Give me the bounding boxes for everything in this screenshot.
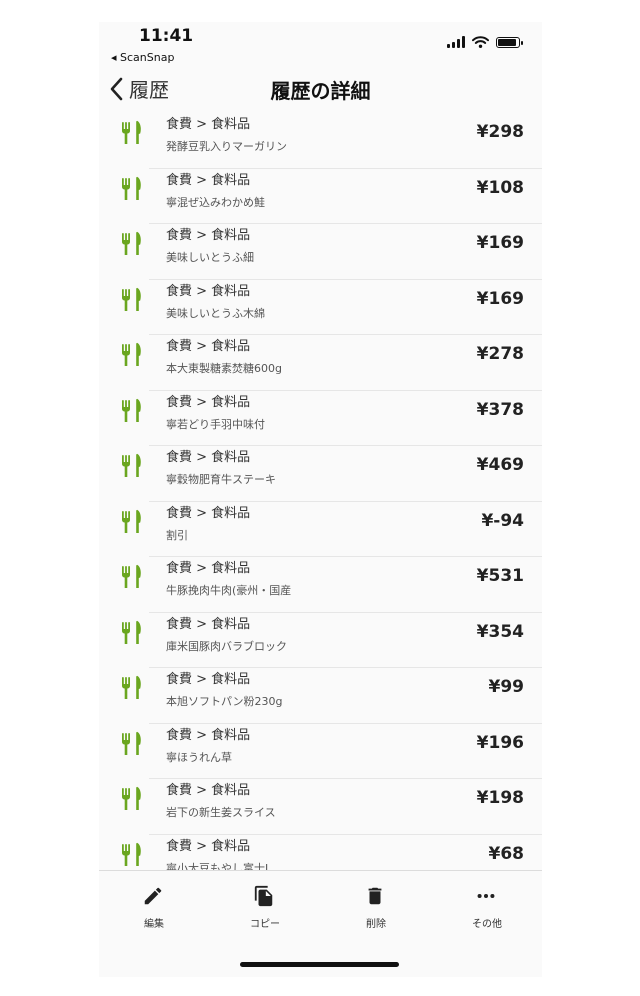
item-price: ¥198 <box>476 788 524 808</box>
fork-knife-icon <box>121 786 143 816</box>
list-item[interactable]: 食費 > 食料品寧小大豆もやし富士J ¥68 <box>99 835 542 871</box>
item-category: 食費 > 食料品 <box>166 450 251 465</box>
copy-button[interactable]: コピー <box>210 871 320 931</box>
item-category: 食費 > 食料品 <box>166 117 251 132</box>
fork-knife-icon <box>121 620 143 650</box>
phone-screen: 11:41 ◂ ScanSnap 履歴 履歴の詳細 食費 > 食料品発酵豆乳入り… <box>99 22 542 977</box>
list-item[interactable]: 食費 > 食料品本大東製糖素焚糖600g ¥278 <box>99 335 542 391</box>
item-price: ¥99 <box>488 677 525 697</box>
fork-knife-icon <box>121 120 143 150</box>
more-button[interactable]: その他 <box>432 871 542 931</box>
list-item[interactable]: 食費 > 食料品 寧混ぜ込みわかめ鮭 ¥108 <box>99 169 542 224</box>
item-price: ¥378 <box>476 399 524 420</box>
copy-label: コピー <box>250 919 280 930</box>
fork-knife-icon <box>121 675 143 705</box>
list-item[interactable]: 食費 > 食料品庫米国豚肉バラブロック ¥354 <box>99 613 542 668</box>
status-time: 11:41 <box>139 26 194 46</box>
item-name: 本旭ソフトパン粉230g <box>166 695 283 708</box>
list-item[interactable]: 食費 > 食料品本旭ソフトパン粉230g ¥99 <box>99 668 542 724</box>
delete-button[interactable]: 削除 <box>321 871 431 931</box>
list-item[interactable]: 食費 > 食料品 美味しいとうふ木綿 ¥169 <box>99 280 542 335</box>
cellular-signal-icon <box>447 36 465 48</box>
bottom-toolbar: 編集 コピー 削除 その他 <box>99 870 542 931</box>
fork-knife-icon <box>121 176 143 206</box>
list-item[interactable]: 食費 > 食料品 寧ほうれん草 ¥196 <box>99 724 542 779</box>
back-button[interactable]: 履歴 <box>109 74 169 103</box>
item-name: 岩下の新生姜スライス <box>166 806 276 819</box>
item-price: ¥278 <box>476 344 524 364</box>
list-item[interactable]: 食費 > 食料品 割引 ¥-94 <box>99 502 542 557</box>
trash-icon <box>368 887 382 905</box>
item-category: 食費 > 食料品 <box>166 172 251 188</box>
list-item[interactable]: 食費 > 食料品岩下の新生姜スライス ¥198 <box>99 779 542 835</box>
list-item[interactable]: 食費 > 食料品発酵豆乳入りマーガリン ¥298 <box>99 113 542 169</box>
item-price: ¥298 <box>476 122 524 142</box>
fork-knife-icon <box>121 231 143 261</box>
item-name: 寧混ぜ込みわかめ鮭 <box>166 195 265 209</box>
more-dots-icon <box>477 893 495 899</box>
item-price: ¥169 <box>476 288 524 309</box>
fork-knife-icon <box>121 453 143 483</box>
item-name: 庫米国豚肉バラブロック <box>166 639 287 653</box>
item-name: 寧若どり手羽中味付 <box>166 417 265 431</box>
back-button-label: 履歴 <box>129 78 169 102</box>
list-item[interactable]: 食費 > 食料品 寧若どり手羽中味付 ¥378 <box>99 391 542 446</box>
item-name: 本大東製糖素焚糖600g <box>166 362 282 375</box>
item-name: 割引 <box>166 528 188 542</box>
system-icons <box>447 36 523 48</box>
delete-label: 削除 <box>366 919 386 930</box>
edit-label: 編集 <box>144 919 164 930</box>
item-price: ¥469 <box>476 455 524 475</box>
item-category: 食費 > 食料品 <box>166 561 251 576</box>
fork-knife-icon <box>121 509 143 539</box>
item-price: ¥-94 <box>481 510 524 531</box>
item-price: ¥531 <box>476 566 524 586</box>
fork-knife-icon <box>121 342 143 372</box>
item-name: 牛豚挽肉牛肉(豪州・国産 <box>166 584 292 597</box>
fork-knife-icon <box>121 842 143 871</box>
list-item[interactable]: 食費 > 食料品牛豚挽肉牛肉(豪州・国産 ¥531 <box>99 557 542 613</box>
item-name: 美味しいとうふ細 <box>166 251 254 264</box>
item-name: 美味しいとうふ木綿 <box>166 306 265 320</box>
item-price: ¥196 <box>476 732 524 753</box>
back-to-app-link[interactable]: ◂ ScanSnap <box>111 51 174 64</box>
item-price: ¥169 <box>476 233 524 253</box>
item-category: 食費 > 食料品 <box>166 505 251 521</box>
item-list[interactable]: 食費 > 食料品 発酵豆乳入りマーガリン ¥298 食費 > 食料品 寧混ぜ込みわかめ鮭… <box>99 113 542 870</box>
item-price: ¥108 <box>476 177 524 198</box>
item-category: 食費 > 食料品 <box>166 783 251 798</box>
item-category: 食費 > 食料品 <box>166 283 251 299</box>
navigation-bar: 履歴 履歴の詳細 <box>99 70 542 110</box>
item-price: ¥354 <box>476 621 524 642</box>
item-name: 寧穀物肥育牛ステーキ <box>166 473 276 486</box>
more-label: その他 <box>472 919 502 930</box>
item-name: 寧小大豆もやし富士J <box>166 861 269 871</box>
item-category: 食費 > 食料品 <box>166 838 251 854</box>
battery-icon <box>496 36 523 48</box>
item-name: 寧ほうれん草 <box>166 750 232 764</box>
edit-button[interactable]: 編集 <box>99 871 209 931</box>
item-category: 食費 > 食料品 <box>166 616 251 632</box>
item-category: 食費 > 食料品 <box>166 339 251 354</box>
list-item[interactable]: 食費 > 食料品寧穀物肥育牛ステーキ ¥469 <box>99 446 542 502</box>
item-category: 食費 > 食料品 <box>166 672 251 687</box>
item-name: 発酵豆乳入りマーガリン <box>166 140 287 153</box>
item-category: 食費 > 食料品 <box>166 727 251 743</box>
status-bar: 11:41 ◂ ScanSnap <box>99 22 542 66</box>
wifi-icon <box>472 36 489 48</box>
pencil-icon <box>144 887 162 905</box>
list-item[interactable]: 食費 > 食料品 美味しいとうふ細 ¥169 <box>99 224 542 280</box>
fork-knife-icon <box>121 398 143 428</box>
fork-knife-icon <box>121 564 143 594</box>
fork-knife-icon <box>121 287 143 317</box>
chevron-left-icon <box>110 77 123 100</box>
fork-knife-icon <box>121 731 143 761</box>
home-indicator[interactable] <box>240 962 399 967</box>
copy-icon <box>254 885 273 907</box>
item-category: 食費 > 食料品 <box>166 228 251 243</box>
item-category: 食費 > 食料品 <box>166 394 251 410</box>
item-price: ¥68 <box>488 843 525 864</box>
